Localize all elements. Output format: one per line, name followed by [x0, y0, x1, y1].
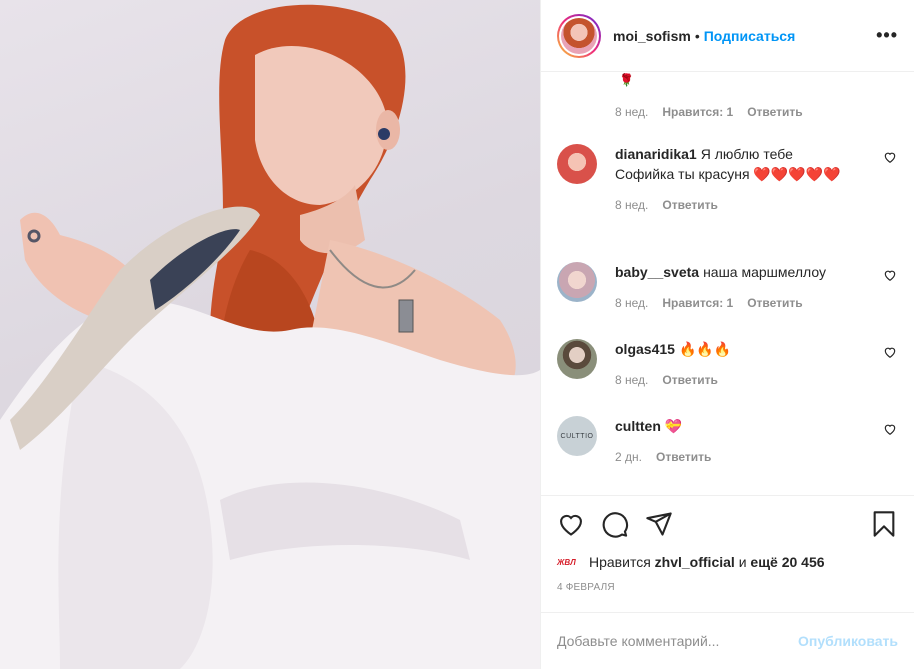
- heart-icon[interactable]: [557, 510, 585, 538]
- liked-by-row: ЖВЛ Нравится zhvl_official и ещё 20 456: [557, 552, 898, 572]
- comment-item: dianaridika1 Я люблю тебе Софийка ты крас…: [557, 144, 897, 212]
- comment-meta: 8 нед. Ответить: [615, 198, 897, 212]
- post-date[interactable]: 4 февраля: [557, 582, 898, 593]
- comment-fragment-meta: 8 нед. Нравится: 1 Ответить: [615, 105, 803, 119]
- commenter-avatar[interactable]: [557, 144, 597, 184]
- liked-by-count-link[interactable]: ещё 20 456: [750, 554, 824, 570]
- post-header: moi_sofism • Подписаться •••: [541, 0, 914, 72]
- author-username[interactable]: moi_sofism: [613, 28, 691, 44]
- post-photo-illustration: [0, 4, 540, 669]
- comment-reply-button[interactable]: Ответить: [656, 450, 711, 464]
- commenter-avatar[interactable]: [557, 262, 597, 302]
- commenter-avatar[interactable]: [557, 339, 597, 379]
- comment-fragment-emoji: 🌹: [619, 73, 634, 87]
- comment-icon[interactable]: [601, 510, 629, 538]
- commenter-avatar[interactable]: CULTTIO: [557, 416, 597, 456]
- comment-like-heart-icon[interactable]: [883, 150, 897, 164]
- comment-text: 🔥🔥🔥: [678, 341, 732, 357]
- comment-like-heart-icon[interactable]: [883, 422, 897, 436]
- comment-meta: 8 нед. Нравится: 1 Ответить: [615, 296, 897, 310]
- comment-item: CULTTIO cultten 💝 2 дн. Ответить: [557, 416, 897, 464]
- comment-reply-button[interactable]: Ответить: [747, 105, 802, 119]
- comment-meta: 8 нед. Ответить: [615, 373, 897, 387]
- follow-button[interactable]: Подписаться: [704, 28, 796, 44]
- liker-logo[interactable]: ЖВЛ: [557, 555, 577, 569]
- add-comment-bar: Опубликовать: [541, 612, 914, 669]
- comment-input[interactable]: [557, 633, 799, 649]
- liked-by-user[interactable]: zhvl_official: [655, 554, 735, 570]
- header-separator: •: [694, 27, 700, 44]
- commenter-username[interactable]: baby__sveta: [615, 264, 699, 280]
- liked-by-prefix: Нравится: [589, 554, 651, 570]
- bookmark-icon[interactable]: [870, 510, 898, 538]
- comment-time: 2 дн.: [615, 450, 642, 464]
- commenter-avatar-logo-text: CULTTIO: [560, 432, 594, 440]
- comment-reply-button[interactable]: Ответить: [662, 373, 717, 387]
- comment-text: наша маршмеллоу: [703, 264, 826, 280]
- action-icons-row: [557, 496, 898, 552]
- comment-item: olgas415 🔥🔥🔥 8 нед. Ответить: [557, 339, 897, 387]
- publish-button[interactable]: Опубликовать: [798, 633, 898, 649]
- comment-time: 8 нед.: [615, 373, 649, 387]
- comment-time: 8 нед.: [615, 105, 649, 119]
- author-avatar[interactable]: [557, 13, 601, 58]
- more-options-icon[interactable]: •••: [876, 25, 898, 46]
- commenter-username[interactable]: olgas415: [615, 341, 675, 357]
- comment-item: baby__sveta наша маршмеллоу 8 нед. Нравит…: [557, 262, 897, 310]
- post-photo[interactable]: [0, 0, 540, 669]
- comment-text: 💝: [664, 418, 683, 434]
- comment-like-heart-icon[interactable]: [883, 345, 897, 359]
- comment-like-heart-icon[interactable]: [883, 268, 897, 282]
- comment-likes-button[interactable]: Нравится: 1: [662, 105, 733, 119]
- comment-reply-button[interactable]: Ответить: [747, 296, 802, 310]
- post-actions: ЖВЛ Нравится zhvl_official и ещё 20 456 …: [541, 495, 914, 593]
- liked-by-and: и: [738, 554, 747, 570]
- post-side-panel: moi_sofism • Подписаться ••• 🌹 8 нед. Нр…: [540, 0, 914, 669]
- commenter-username[interactable]: dianaridika1: [615, 146, 697, 162]
- comments-list[interactable]: 🌹 8 нед. Нравится: 1 Ответить dianaridik…: [541, 73, 914, 495]
- comment-meta: 2 дн. Ответить: [615, 450, 897, 464]
- comment-time: 8 нед.: [615, 198, 649, 212]
- comment-reply-button[interactable]: Ответить: [662, 198, 717, 212]
- commenter-username[interactable]: cultten: [615, 418, 661, 434]
- comment-time: 8 нед.: [615, 296, 649, 310]
- share-icon[interactable]: [645, 510, 673, 538]
- comment-likes-button[interactable]: Нравится: 1: [662, 296, 733, 310]
